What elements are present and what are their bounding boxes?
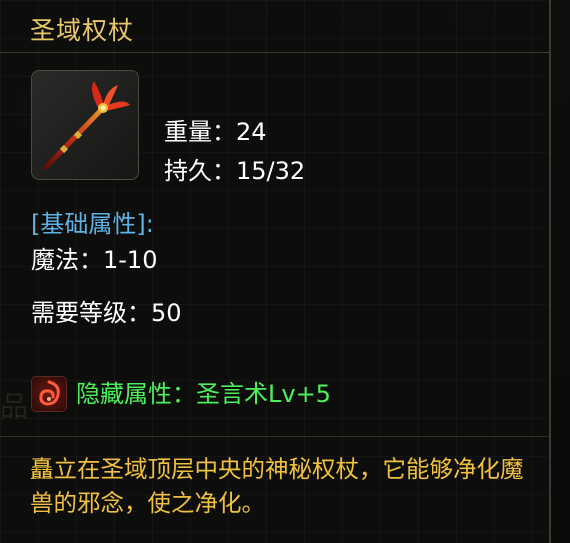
required-level: 需要等级：50	[31, 299, 182, 327]
background-ghost-glyph: 品	[0, 390, 29, 423]
item-durability: 持久：15/32	[164, 157, 306, 185]
item-name: 圣域权杖	[30, 16, 135, 45]
item-description: 矗立在圣域顶层中央的神秘权杖，它能够净化魔兽的邪念，使之净化。	[30, 455, 524, 517]
red-scepter-icon	[43, 81, 130, 170]
description-divider	[0, 436, 549, 437]
hidden-attribute-text: 隐藏属性：圣言术Lv+5	[76, 380, 331, 408]
magic-stat: 魔法：1-10	[31, 246, 158, 274]
tooltip-title-bar: 圣域权杖	[0, 0, 549, 53]
base-attributes-header: [基础属性]:	[31, 210, 154, 238]
item-tooltip: 圣域权杖 重量：24 持久：15/32 [基础属性]: 魔法：1-10 需要等级…	[0, 0, 551, 543]
item-icon-slot	[31, 70, 139, 180]
holy-word-skill-icon	[31, 376, 67, 412]
item-weight: 重量：24	[164, 118, 267, 146]
